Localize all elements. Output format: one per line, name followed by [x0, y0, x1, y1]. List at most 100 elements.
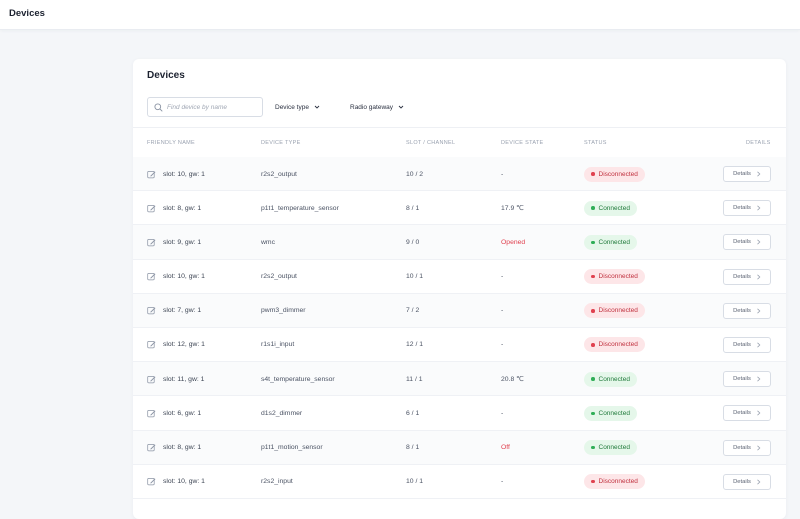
- status-badge: Connected: [584, 440, 637, 455]
- slot-channel: 8 / 1: [406, 204, 420, 212]
- device-table-body: slot: 10, gw: 1 r2s2_output 10 / 2 - Disconn…: [133, 157, 786, 499]
- status-badge: Disconnected: [584, 269, 645, 285]
- friendly-name: slot: 6, gw: 1: [163, 409, 202, 417]
- slot-channel: 11 / 1: [406, 375, 423, 383]
- table-row[interactable]: slot: 10, gw: 1 r2s2_output 10 / 1 - Disconn…: [133, 260, 786, 294]
- column-header-slot-channel[interactable]: SLOT / CHANNEL: [406, 140, 455, 146]
- edit-icon[interactable]: [147, 306, 156, 315]
- device-type: d1s2_dimmer: [261, 409, 303, 417]
- search-input[interactable]: [167, 103, 262, 111]
- status-cell: Disconnected: [584, 465, 645, 499]
- status-label: Disconnected: [598, 170, 638, 178]
- friendly-name: slot: 8, gw: 1: [163, 444, 202, 451]
- chevron-right-icon: [757, 274, 761, 280]
- table-header: FRIENDLY NAME DEVICE TYPE SLOT / CHANNEL…: [133, 127, 786, 157]
- status-badge: Disconnected: [584, 474, 645, 490]
- edit-icon[interactable]: [147, 204, 156, 213]
- status-badge: Disconnected: [584, 337, 645, 353]
- filter-label: Radio gateway: [350, 103, 393, 111]
- friendly-name-cell: slot: 10, gw: 1: [147, 260, 205, 294]
- details-label: Details: [733, 478, 751, 485]
- edit-icon[interactable]: [147, 340, 156, 349]
- details-cell: Details: [723, 396, 771, 430]
- chevron-right-icon: [757, 171, 761, 177]
- details-label: Details: [733, 341, 751, 348]
- filter-device-type[interactable]: Device type: [275, 101, 320, 113]
- edit-icon[interactable]: [147, 375, 156, 384]
- status-cell: Connected: [584, 362, 637, 396]
- details-button[interactable]: Details: [723, 405, 771, 422]
- table-row[interactable]: slot: 10, gw: 1 r2s2_output 10 / 2 - Disconn…: [133, 157, 786, 192]
- column-header-status[interactable]: STATUS: [584, 140, 607, 146]
- device-type: pwm3_dimmer: [261, 307, 306, 315]
- devices-card: Devices Device type Radio gateway FRIEND…: [133, 59, 786, 519]
- table-row[interactable]: slot: 11, gw: 1 s4t_temperature_sensor 11 …: [133, 362, 786, 397]
- details-button[interactable]: Details: [723, 268, 771, 285]
- device-state: -: [501, 341, 504, 349]
- device-state: Off: [501, 444, 510, 451]
- slot-channel: 7 / 2: [406, 307, 420, 315]
- details-cell: Details: [723, 465, 771, 499]
- column-header-device-state[interactable]: DEVICE STATE: [501, 140, 544, 146]
- device-state: -: [501, 478, 504, 486]
- column-header-friendly-name[interactable]: FRIENDLY NAME: [147, 140, 195, 146]
- table-row[interactable]: slot: 10, gw: 1 r2s2_input 10 / 1 - Disconne…: [133, 465, 786, 499]
- status-label: Connected: [598, 238, 630, 246]
- edit-icon[interactable]: [147, 409, 156, 418]
- status-badge: Connected: [584, 371, 637, 387]
- status-badge: Disconnected: [584, 166, 645, 182]
- table-row[interactable]: slot: 7, gw: 1 pwm3_dimmer 7 / 2 - Disconnec…: [133, 293, 786, 328]
- friendly-name: slot: 8, gw: 1: [163, 204, 202, 212]
- status-cell: Disconnected: [584, 294, 645, 328]
- edit-icon[interactable]: [147, 272, 156, 281]
- details-button[interactable]: Details: [723, 200, 771, 217]
- edit-icon[interactable]: [147, 170, 156, 179]
- table-row[interactable]: slot: 8, gw: 1 p1t1_motion_sensor 8 / 1 Off…: [133, 430, 786, 465]
- details-button[interactable]: Details: [723, 234, 771, 251]
- status-label: Disconnected: [598, 341, 638, 349]
- edit-icon[interactable]: [147, 477, 156, 486]
- status-dot: [591, 479, 595, 484]
- top-bar: Devices: [0, 0, 800, 30]
- column-header-device-type[interactable]: DEVICE TYPE: [261, 140, 301, 146]
- chevron-right-icon: [757, 342, 761, 348]
- device-state: Opened: [501, 238, 526, 246]
- edit-icon[interactable]: [147, 238, 156, 247]
- friendly-name: slot: 7, gw: 1: [163, 307, 202, 315]
- details-button[interactable]: Details: [723, 439, 771, 456]
- details-button[interactable]: Details: [723, 473, 771, 490]
- table-row[interactable]: slot: 8, gw: 1 p1t1_temperature_sensor 8 /…: [133, 191, 786, 226]
- status-cell: Connected: [584, 191, 637, 225]
- friendly-name: slot: 9, gw: 1: [163, 238, 202, 246]
- table-row[interactable]: slot: 9, gw: 1 wmc 9 / 0 Opened Connected Det…: [133, 225, 786, 260]
- chevron-right-icon: [757, 239, 761, 245]
- status-badge: Connected: [584, 200, 637, 216]
- search-box[interactable]: [147, 97, 263, 117]
- table-row[interactable]: slot: 12, gw: 1 r1s1i_input 12 / 1 - Disconn…: [133, 328, 786, 363]
- friendly-name: slot: 10, gw: 1: [163, 478, 205, 486]
- details-label: Details: [733, 376, 751, 383]
- friendly-name-cell: slot: 11, gw: 1: [147, 362, 204, 396]
- friendly-name-cell: slot: 8, gw: 1: [147, 431, 201, 465]
- friendly-name: slot: 11, gw: 1: [163, 375, 205, 383]
- status-dot: [591, 309, 595, 313]
- friendly-name: slot: 10, gw: 1: [163, 273, 205, 281]
- status-dot: [591, 206, 595, 210]
- status-label: Connected: [598, 409, 630, 417]
- status-dot: [591, 445, 595, 450]
- details-button[interactable]: Details: [723, 302, 771, 319]
- edit-icon[interactable]: [147, 443, 156, 452]
- chevron-down-icon: [314, 105, 320, 109]
- table-row[interactable]: slot: 6, gw: 1 d1s2_dimmer 6 / 1 - Connected…: [133, 396, 786, 431]
- details-button[interactable]: Details: [723, 371, 771, 388]
- details-button[interactable]: Details: [723, 336, 771, 353]
- status-label: Connected: [598, 444, 630, 451]
- device-type: s4t_temperature_sensor: [261, 375, 335, 383]
- status-dot: [591, 411, 595, 416]
- chevron-right-icon: [757, 479, 761, 485]
- details-cell: Details: [723, 260, 771, 294]
- details-button[interactable]: Details: [723, 166, 771, 182]
- friendly-name: slot: 12, gw: 1: [163, 341, 205, 349]
- filter-radio-gateway[interactable]: Radio gateway: [350, 101, 404, 113]
- device-state: 20.8 ℃: [501, 376, 524, 384]
